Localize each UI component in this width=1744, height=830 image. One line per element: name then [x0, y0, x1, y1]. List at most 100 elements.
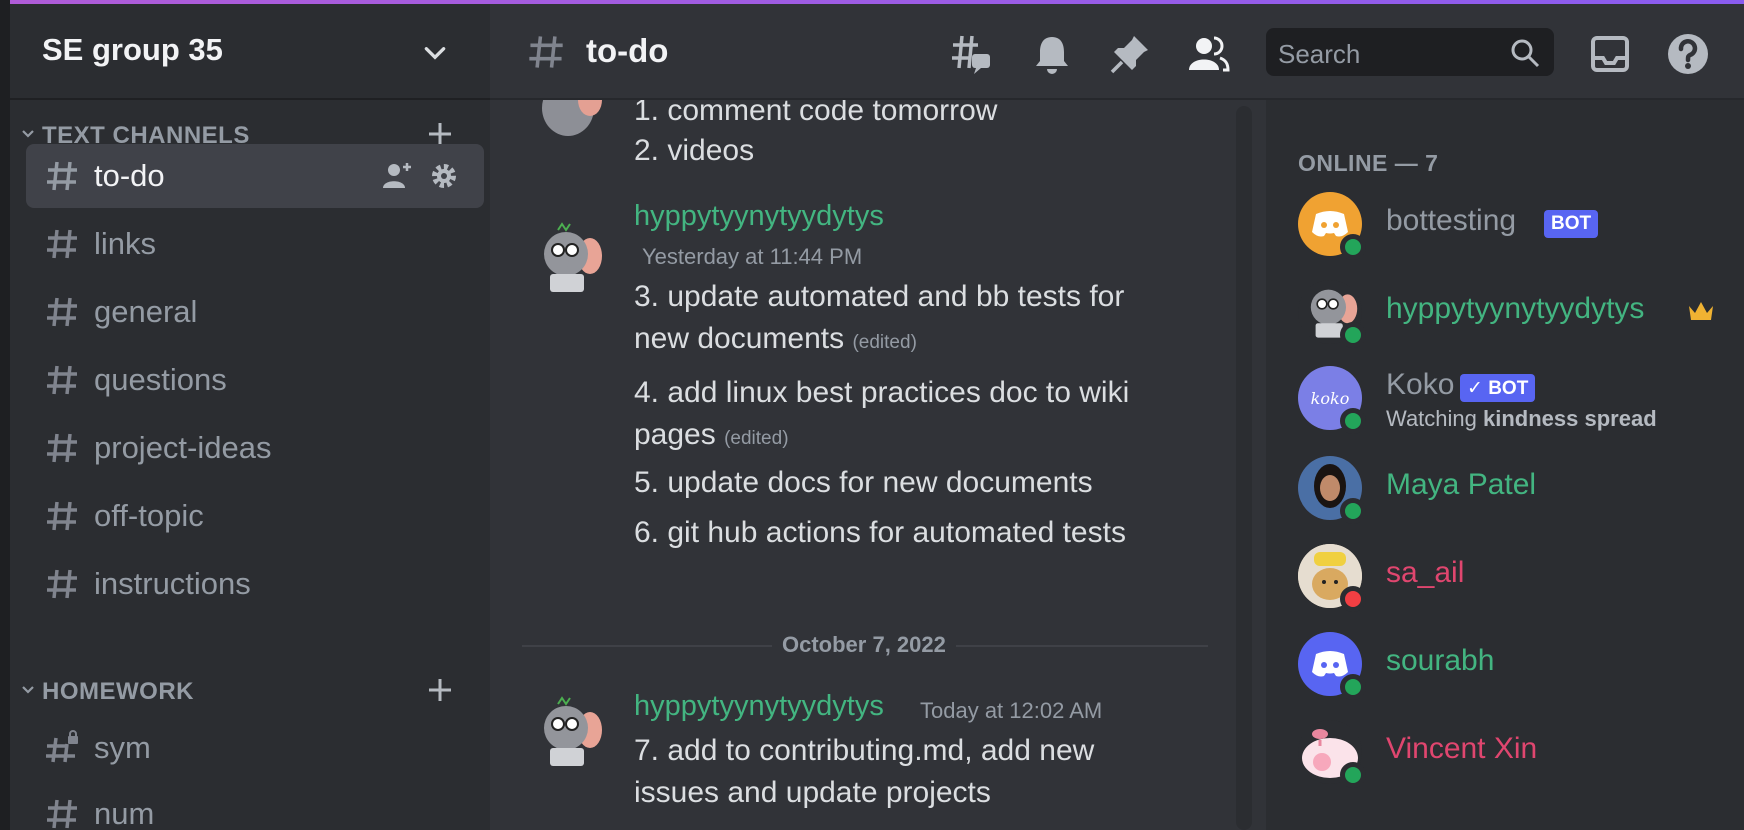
member-activity: Watching kindness spread: [1386, 406, 1657, 432]
activity-detail: kindness spread: [1483, 406, 1657, 431]
message-list: 1. comment code tomorrow 2. videos hyppy…: [490, 100, 1260, 830]
avatar[interactable]: [528, 694, 608, 774]
member-vincent-xin[interactable]: Vincent Xin: [1298, 720, 1738, 796]
channel-item-links[interactable]: links: [26, 212, 484, 276]
message-line: 2. videos: [634, 134, 755, 167]
threads-icon[interactable]: [950, 32, 994, 76]
status-dnd-indicator: [1340, 586, 1366, 612]
server-name: SE group 35: [42, 32, 223, 67]
channel-item-to-do[interactable]: to-do: [26, 144, 484, 208]
pin-icon[interactable]: [1108, 32, 1152, 76]
hash-icon: [47, 161, 77, 191]
message-text: pages: [634, 418, 716, 451]
inbox-icon[interactable]: [1588, 32, 1632, 76]
caret-down-icon: [22, 130, 34, 138]
online-header: ONLINE — 7: [1298, 150, 1439, 176]
bell-icon[interactable]: [1030, 32, 1074, 76]
member-hyppytyynytyydytys[interactable]: hyppytyynytyydytys: [1298, 280, 1738, 356]
channel-label: to-do: [94, 158, 165, 193]
member-name: bottesting: [1386, 204, 1517, 237]
hash-icon: [47, 229, 77, 259]
verified-bot-badge: ✓ BOT: [1460, 374, 1536, 402]
message-line: 5. update docs for new documents: [634, 466, 1093, 499]
message-text: new documents: [634, 322, 845, 355]
message-author[interactable]: hyppytyynytyydytys: [634, 690, 884, 723]
member-name: Maya Patel: [1386, 468, 1537, 501]
message-line: 6. git hub actions for automated tests: [634, 516, 1126, 549]
avatar[interactable]: [528, 100, 608, 144]
hash-icon: [47, 569, 77, 599]
channel-item-num[interactable]: num: [26, 782, 484, 830]
channel-label: project-ideas: [94, 430, 272, 465]
elephant-avatar-icon: [544, 222, 602, 292]
create-invite-icon[interactable]: [382, 160, 414, 190]
channel-sidebar: SE group 35 TEXT CHANNELS to-do links ge…: [10, 4, 490, 830]
channel-label: links: [94, 226, 157, 261]
member-name: Koko: [1386, 368, 1455, 401]
avatar: [1298, 456, 1366, 524]
avatar: koko: [1298, 366, 1366, 434]
channel-item-project-ideas[interactable]: project-ideas: [26, 416, 484, 480]
add-channel-icon[interactable]: [426, 676, 454, 704]
server-header[interactable]: SE group 35: [10, 4, 490, 100]
elephant-avatar-icon: [542, 100, 602, 136]
hash-icon: [47, 433, 77, 463]
channel-label: num: [94, 796, 155, 830]
channel-item-instructions[interactable]: instructions: [26, 552, 484, 616]
chevron-down-icon[interactable]: [422, 40, 448, 66]
svg-text:koko: koko: [1311, 389, 1350, 408]
status-online-indicator: [1340, 322, 1366, 348]
message-line: 7. add to contributing.md, add new: [634, 734, 1095, 767]
member-sourabh[interactable]: sourabh: [1298, 632, 1738, 708]
message-line: 4. add linux best practices doc to wiki: [634, 376, 1130, 409]
hash-icon: [47, 297, 77, 327]
channel-label: sym: [94, 730, 151, 765]
hash-icon: [47, 799, 77, 829]
locked-hash-icon: [46, 730, 78, 763]
status-online-indicator: [1340, 408, 1366, 434]
message-timestamp: Yesterday at 11:44 PM: [642, 244, 863, 269]
channel-label: questions: [94, 362, 227, 397]
member-list: ONLINE — 7 bottesting BOT hyppytyynytyyd…: [1266, 100, 1744, 830]
gear-icon[interactable]: [430, 162, 458, 190]
channel-label: instructions: [94, 566, 251, 601]
activity-prefix: Watching: [1386, 406, 1484, 431]
message-line: pages (edited): [634, 418, 789, 452]
message-author[interactable]: hyppytyynytyydytys: [634, 200, 884, 233]
avatar: [1298, 192, 1366, 260]
members-icon[interactable]: [1186, 32, 1230, 76]
message-timestamp: Today at 12:02 AM: [920, 698, 1103, 723]
member-koko[interactable]: koko Koko ✓ BOT Watching kindness spread: [1298, 366, 1738, 452]
hash-icon: [47, 501, 77, 531]
avatar: [1298, 632, 1366, 700]
avatar[interactable]: [528, 220, 608, 300]
status-online-indicator: [1340, 674, 1366, 700]
avatar: [1298, 544, 1366, 612]
message-line: issues and update projects: [634, 776, 991, 809]
status-online-indicator: [1340, 498, 1366, 524]
date-divider: October 7, 2022: [772, 632, 956, 658]
hash-icon: [529, 36, 563, 68]
scrollbar[interactable]: [1236, 106, 1252, 830]
help-icon[interactable]: [1666, 32, 1710, 76]
channel-label: off-topic: [94, 498, 204, 533]
channel-item-sym[interactable]: sym: [26, 716, 484, 780]
member-sa-ail[interactable]: sa_ail: [1298, 544, 1738, 620]
channel-item-off-topic[interactable]: off-topic: [26, 484, 484, 548]
message-line: 3. update automated and bb tests for: [634, 280, 1125, 313]
bot-badge: BOT: [1544, 210, 1599, 238]
channel-item-questions[interactable]: questions: [26, 348, 484, 412]
server-rail-edge: [0, 0, 10, 830]
hash-icon: [47, 365, 77, 395]
channel-label: general: [94, 294, 198, 329]
member-maya-patel[interactable]: Maya Patel: [1298, 456, 1738, 532]
member-name: sa_ail: [1386, 556, 1465, 589]
category-homework[interactable]: HOMEWORK: [10, 670, 490, 710]
channel-item-general[interactable]: general: [26, 280, 484, 344]
category-label: HOMEWORK: [42, 678, 194, 705]
search-input[interactable]: Search: [1266, 28, 1554, 76]
channel-header: to-do Search: [490, 4, 1744, 100]
status-online-indicator: [1340, 234, 1366, 260]
edited-label: (edited): [724, 428, 789, 449]
member-bottesting[interactable]: bottesting BOT: [1298, 192, 1738, 268]
